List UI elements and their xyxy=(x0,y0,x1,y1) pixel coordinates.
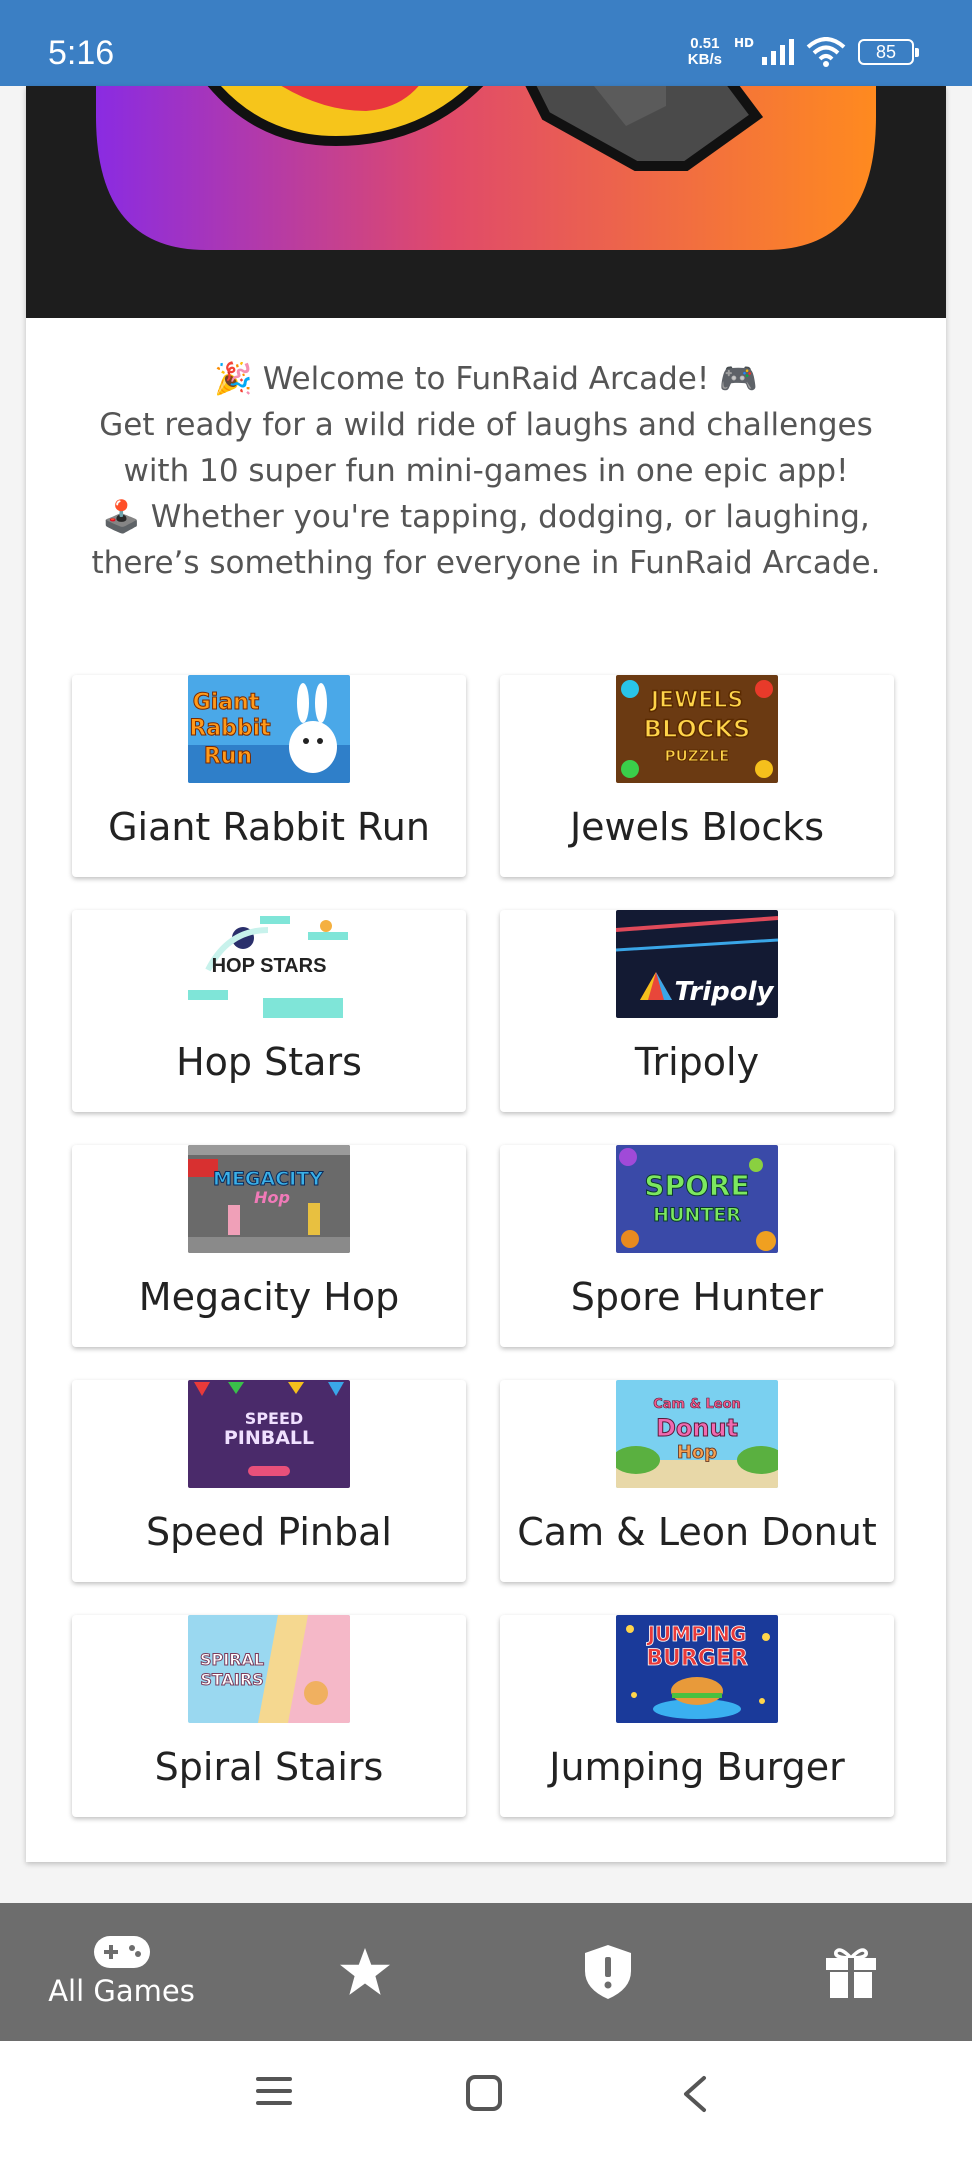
hop-stars-thumbnail: HOP STARS xyxy=(188,910,350,1018)
wifi-icon xyxy=(806,37,846,67)
game-name: Jewels Blocks xyxy=(569,805,825,849)
game-tile-megacity-hop[interactable]: MEGACITY Hop Megacity Hop xyxy=(72,1145,466,1347)
speed-pinball-thumbnail: SPEED PINBALL xyxy=(188,1380,350,1488)
games-grid: Giant Rabbit Run Giant Rabbit Run JEWELS… xyxy=(72,675,900,1817)
svg-text:Rabbit: Rabbit xyxy=(189,716,271,741)
game-name: Jumping Burger xyxy=(549,1745,845,1789)
svg-text:Hop: Hop xyxy=(254,1188,290,1207)
video-game-icon: 🎮 xyxy=(719,361,758,397)
status-icons: 0.51 KB/s HD 85 xyxy=(687,35,919,68)
svg-text:SPEED: SPEED xyxy=(245,1409,303,1428)
game-tile-spiral-stairs[interactable]: SPIRAL STAIRS Spiral Stairs xyxy=(72,1615,466,1817)
game-tile-speed-pinball[interactable]: SPEED PINBALL Speed Pinbal xyxy=(72,1380,466,1582)
menu-icon[interactable] xyxy=(256,2075,292,2107)
game-tile-giant-rabbit-run[interactable]: Giant Rabbit Run Giant Rabbit Run xyxy=(72,675,466,877)
svg-text:HUNTER: HUNTER xyxy=(653,1204,741,1226)
gamepad-icon xyxy=(93,1936,150,1968)
svg-text:Donut: Donut xyxy=(656,1414,738,1442)
svg-text:PUZZLE: PUZZLE xyxy=(665,747,730,765)
svg-text:BLOCKS: BLOCKS xyxy=(644,715,751,743)
arcade-logo-image xyxy=(96,86,876,250)
nav-gifts[interactable] xyxy=(729,1903,972,2041)
spiral-stairs-thumbnail: SPIRAL STAIRS xyxy=(188,1615,350,1723)
game-name: Spiral Stairs xyxy=(154,1745,384,1789)
hero-banner xyxy=(26,86,946,318)
tripoly-thumbnail: Tripoly xyxy=(616,910,778,1018)
shield-alert-icon xyxy=(584,1945,631,1999)
svg-text:STAIRS: STAIRS xyxy=(200,1670,263,1689)
giant-rabbit-run-thumbnail: Giant Rabbit Run xyxy=(188,675,350,783)
game-name: Giant Rabbit Run xyxy=(108,805,430,849)
back-icon[interactable] xyxy=(680,2075,708,2113)
status-bar: 5:16 0.51 KB/s HD 85 xyxy=(0,0,972,86)
svg-text:JEWELS: JEWELS xyxy=(649,688,743,713)
welcome-line-5: there’s something for everyone in FunRai… xyxy=(91,545,881,581)
nav-favorites[interactable] xyxy=(243,1903,486,2041)
joystick-icon: 🕹️ xyxy=(102,499,141,535)
nav-all-games[interactable]: All Games xyxy=(0,1903,243,2041)
svg-text:SPIRAL: SPIRAL xyxy=(200,1650,264,1669)
party-popper-icon: 🎉 xyxy=(214,361,253,397)
star-icon xyxy=(339,1948,390,1995)
svg-text:SPORE: SPORE xyxy=(644,1169,749,1202)
jewels-blocks-thumbnail: JEWELS BLOCKS PUZZLE xyxy=(616,675,778,783)
network-type-tag: HD xyxy=(733,36,754,50)
signal-icon xyxy=(762,39,794,65)
svg-text:Cam & Leon: Cam & Leon xyxy=(653,1397,741,1412)
game-tile-tripoly[interactable]: Tripoly Tripoly xyxy=(500,910,894,1112)
svg-text:HOP STARS: HOP STARS xyxy=(212,955,327,977)
welcome-title: Welcome to FunRaid Arcade! xyxy=(262,361,710,397)
svg-text:BURGER: BURGER xyxy=(646,1646,748,1671)
megacity-hop-thumbnail: MEGACITY Hop xyxy=(188,1145,350,1253)
game-tile-jewels-blocks[interactable]: JEWELS BLOCKS PUZZLE Jewels Blocks xyxy=(500,675,894,877)
svg-text:JUMPING: JUMPING xyxy=(646,1622,747,1646)
spore-hunter-thumbnail: SPORE HUNTER xyxy=(616,1145,778,1253)
gift-icon xyxy=(825,1948,876,1998)
bottom-navigation: All Games xyxy=(0,1903,972,2041)
welcome-line-3: with 10 super fun mini-games in one epic… xyxy=(123,453,849,489)
status-time: 5:16 xyxy=(48,34,115,72)
battery-indicator: 85 xyxy=(858,39,919,65)
game-tile-spore-hunter[interactable]: SPORE HUNTER Spore Hunter xyxy=(500,1145,894,1347)
svg-text:MEGACITY: MEGACITY xyxy=(213,1168,323,1190)
welcome-line-2: Get ready for a wild ride of laughs and … xyxy=(99,407,873,443)
game-tile-hop-stars[interactable]: HOP STARS Hop Stars xyxy=(72,910,466,1112)
svg-text:Hop: Hop xyxy=(677,1442,717,1463)
game-name: Speed Pinbal xyxy=(146,1510,392,1554)
game-tile-cam-leon-donut[interactable]: Cam & Leon Donut Hop Cam & Leon Donut xyxy=(500,1380,894,1582)
game-name: Tripoly xyxy=(634,1040,760,1084)
cam-leon-donut-thumbnail: Cam & Leon Donut Hop xyxy=(616,1380,778,1488)
svg-text:Tripoly: Tripoly xyxy=(675,977,775,1007)
nav-all-games-label: All Games xyxy=(48,1974,195,2008)
game-name: Hop Stars xyxy=(176,1040,362,1084)
game-name: Megacity Hop xyxy=(138,1275,400,1319)
svg-text:Giant: Giant xyxy=(193,690,260,715)
svg-text:Run: Run xyxy=(204,744,252,769)
network-speed: 0.51 KB/s xyxy=(687,35,722,68)
main-card: 🎉 Welcome to FunRaid Arcade! 🎮 Get ready… xyxy=(26,86,946,1862)
game-tile-jumping-burger[interactable]: JUMPING BURGER Jumping Burger xyxy=(500,1615,894,1817)
system-navigation-bar xyxy=(0,2041,972,2160)
nav-privacy[interactable] xyxy=(486,1903,729,2041)
game-name: Spore Hunter xyxy=(570,1275,824,1319)
welcome-line-4: Whether you're tapping, dodging, or laug… xyxy=(150,499,870,535)
game-name: Cam & Leon Donut xyxy=(517,1510,877,1554)
svg-text:PINBALL: PINBALL xyxy=(224,1427,314,1449)
jumping-burger-thumbnail: JUMPING BURGER xyxy=(616,1615,778,1723)
home-icon[interactable] xyxy=(466,2075,502,2111)
welcome-message: 🎉 Welcome to FunRaid Arcade! 🎮 Get ready… xyxy=(26,356,946,586)
